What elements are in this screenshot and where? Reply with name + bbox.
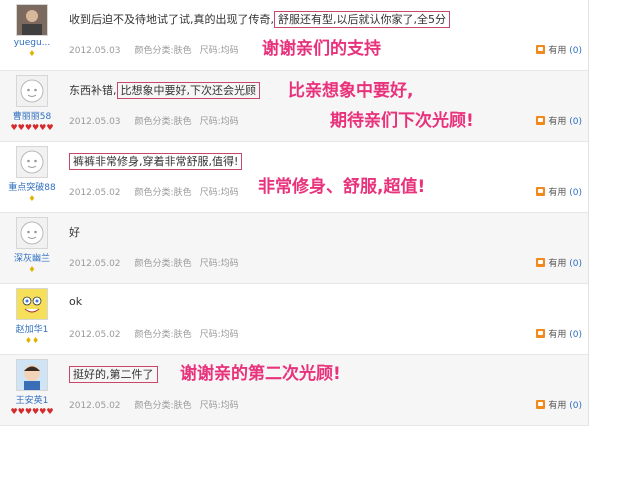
avatar[interactable]	[16, 4, 48, 36]
avatar[interactable]	[16, 359, 48, 391]
username[interactable]: yuegu...	[0, 38, 64, 48]
size-option: 尺码:均码	[199, 330, 239, 340]
review-meta: 2012.05.03 颜色分类:肤色 尺码:均码	[69, 114, 239, 127]
review-text-plain: 收到后迫不及待地试了试,真的出现了传奇,	[69, 13, 274, 26]
reviewer: 赵加华1 ♦♦	[0, 284, 64, 346]
username[interactable]: 深灰幽兰	[0, 251, 64, 264]
size-option: 尺码:均码	[199, 401, 239, 411]
review-text: 东西补错, 比想象中要好,下次还会光顾	[69, 82, 260, 99]
username[interactable]: 重点突破88	[0, 180, 64, 193]
useful-label: 有用	[548, 401, 567, 411]
review-date: 2012.05.02	[69, 188, 121, 198]
review-text: 挺好的,第二件了	[69, 366, 158, 383]
annotation-better-than-expected: 比亲想象中要好,	[288, 81, 414, 101]
review-date: 2012.05.03	[69, 117, 121, 127]
review-text-highlight: 比想象中要好,下次还会光顾	[116, 82, 260, 99]
baby-photo-icon	[17, 360, 47, 390]
useful-label: 有用	[548, 330, 567, 340]
review-meta: 2012.05.03 颜色分类:肤色 尺码:均码	[69, 43, 239, 56]
review-row: 深灰幽兰 ♦ 好 2012.05.02 颜色分类:肤色 尺码:均码 有用 (0)	[0, 213, 588, 284]
review-text-highlight: 裤裤非常修身,穿着非常舒服,值得!	[69, 153, 243, 170]
avatar[interactable]	[16, 75, 48, 107]
useful-count: (0)	[569, 117, 582, 127]
review-text: ok	[69, 295, 82, 308]
buyer-level-badge: ♦	[28, 194, 36, 203]
useful-button[interactable]: 有用 (0)	[536, 327, 582, 340]
review-date: 2012.05.03	[69, 46, 121, 56]
username[interactable]: 王安英1	[0, 393, 64, 406]
size-option: 尺码:均码	[199, 117, 239, 127]
review-meta: 2012.05.02 颜色分类:肤色 尺码:均码	[69, 327, 239, 340]
buyer-level-badge: ♥♥♥♥♥♥	[10, 123, 54, 132]
thumbs-up-icon	[536, 187, 546, 196]
default-avatar-icon	[17, 218, 47, 248]
useful-label: 有用	[548, 46, 567, 56]
size-option: 尺码:均码	[199, 259, 239, 269]
review-text-highlight: 挺好的,第二件了	[69, 366, 158, 383]
color-option: 颜色分类:肤色	[134, 117, 192, 127]
review-meta: 2012.05.02 颜色分类:肤色 尺码:均码	[69, 185, 239, 198]
username[interactable]: 曹丽丽58	[0, 109, 64, 122]
review-date: 2012.05.02	[69, 259, 121, 269]
reviewer: 曹丽丽58 ♥♥♥♥♥♥	[0, 71, 64, 133]
thumbs-up-icon	[536, 258, 546, 267]
useful-label: 有用	[548, 259, 567, 269]
useful-button[interactable]: 有用 (0)	[536, 256, 582, 269]
review-text: 好	[69, 224, 80, 240]
useful-label: 有用	[548, 117, 567, 127]
avatar-photo-icon	[17, 5, 47, 35]
buyer-level-badge: ♦♦	[24, 336, 40, 345]
useful-count: (0)	[569, 330, 582, 340]
avatar[interactable]	[16, 146, 48, 178]
useful-button[interactable]: 有用 (0)	[536, 43, 582, 56]
annotation-second-purchase: 谢谢亲的第二次光顾!	[180, 364, 341, 384]
review-date: 2012.05.02	[69, 330, 121, 340]
useful-count: (0)	[569, 188, 582, 198]
review-meta: 2012.05.02 颜色分类:肤色 尺码:均码	[69, 398, 239, 411]
buyer-level-badge: ♥♥♥♥♥♥	[10, 407, 54, 416]
username[interactable]: 赵加华1	[0, 322, 64, 335]
useful-count: (0)	[569, 259, 582, 269]
color-option: 颜色分类:肤色	[134, 46, 192, 56]
reviewer: 重点突破88 ♦	[0, 142, 64, 204]
color-option: 颜色分类:肤色	[134, 259, 192, 269]
default-avatar-icon	[17, 76, 47, 106]
avatar[interactable]	[16, 217, 48, 249]
default-avatar-icon	[17, 147, 47, 177]
reviewer: 深灰幽兰 ♦	[0, 213, 64, 275]
useful-count: (0)	[569, 401, 582, 411]
color-option: 颜色分类:肤色	[134, 188, 192, 198]
useful-label: 有用	[548, 188, 567, 198]
review-text-highlight: 舒服还有型,以后就认你家了,全5分	[274, 11, 450, 28]
useful-count: (0)	[569, 46, 582, 56]
annotation-thanks-support: 谢谢亲们的支持	[262, 39, 381, 59]
cartoon-avatar-icon	[17, 289, 47, 319]
useful-button[interactable]: 有用 (0)	[536, 114, 582, 127]
useful-button[interactable]: 有用 (0)	[536, 185, 582, 198]
thumbs-up-icon	[536, 116, 546, 125]
reviewer: yuegu... ♦	[0, 0, 64, 59]
annotation-slim-comfortable: 非常修身、舒服,超值!	[258, 177, 426, 197]
reviewer: 王安英1 ♥♥♥♥♥♥	[0, 355, 64, 417]
review-row: 赵加华1 ♦♦ ok 2012.05.02 颜色分类:肤色 尺码:均码 有用 (0)	[0, 284, 588, 355]
thumbs-up-icon	[536, 45, 546, 54]
color-option: 颜色分类:肤色	[134, 330, 192, 340]
color-option: 颜色分类:肤色	[134, 401, 192, 411]
review-date: 2012.05.02	[69, 401, 121, 411]
size-option: 尺码:均码	[199, 46, 239, 56]
review-text-plain: 东西补错,	[69, 84, 117, 97]
useful-button[interactable]: 有用 (0)	[536, 398, 582, 411]
buyer-level-badge: ♦	[28, 265, 36, 274]
thumbs-up-icon	[536, 400, 546, 409]
review-text: 收到后迫不及待地试了试,真的出现了传奇, 舒服还有型,以后就认你家了,全5分	[69, 11, 450, 28]
annotation-look-forward: 期待亲们下次光顾!	[330, 111, 474, 131]
avatar[interactable]	[16, 288, 48, 320]
review-meta: 2012.05.02 颜色分类:肤色 尺码:均码	[69, 256, 239, 269]
buyer-level-badge: ♦	[28, 49, 36, 58]
review-text: 裤裤非常修身,穿着非常舒服,值得!	[69, 153, 243, 170]
size-option: 尺码:均码	[199, 188, 239, 198]
review-text-plain: ok	[69, 295, 83, 308]
thumbs-up-icon	[536, 329, 546, 338]
review-text-plain: 好	[69, 226, 80, 239]
